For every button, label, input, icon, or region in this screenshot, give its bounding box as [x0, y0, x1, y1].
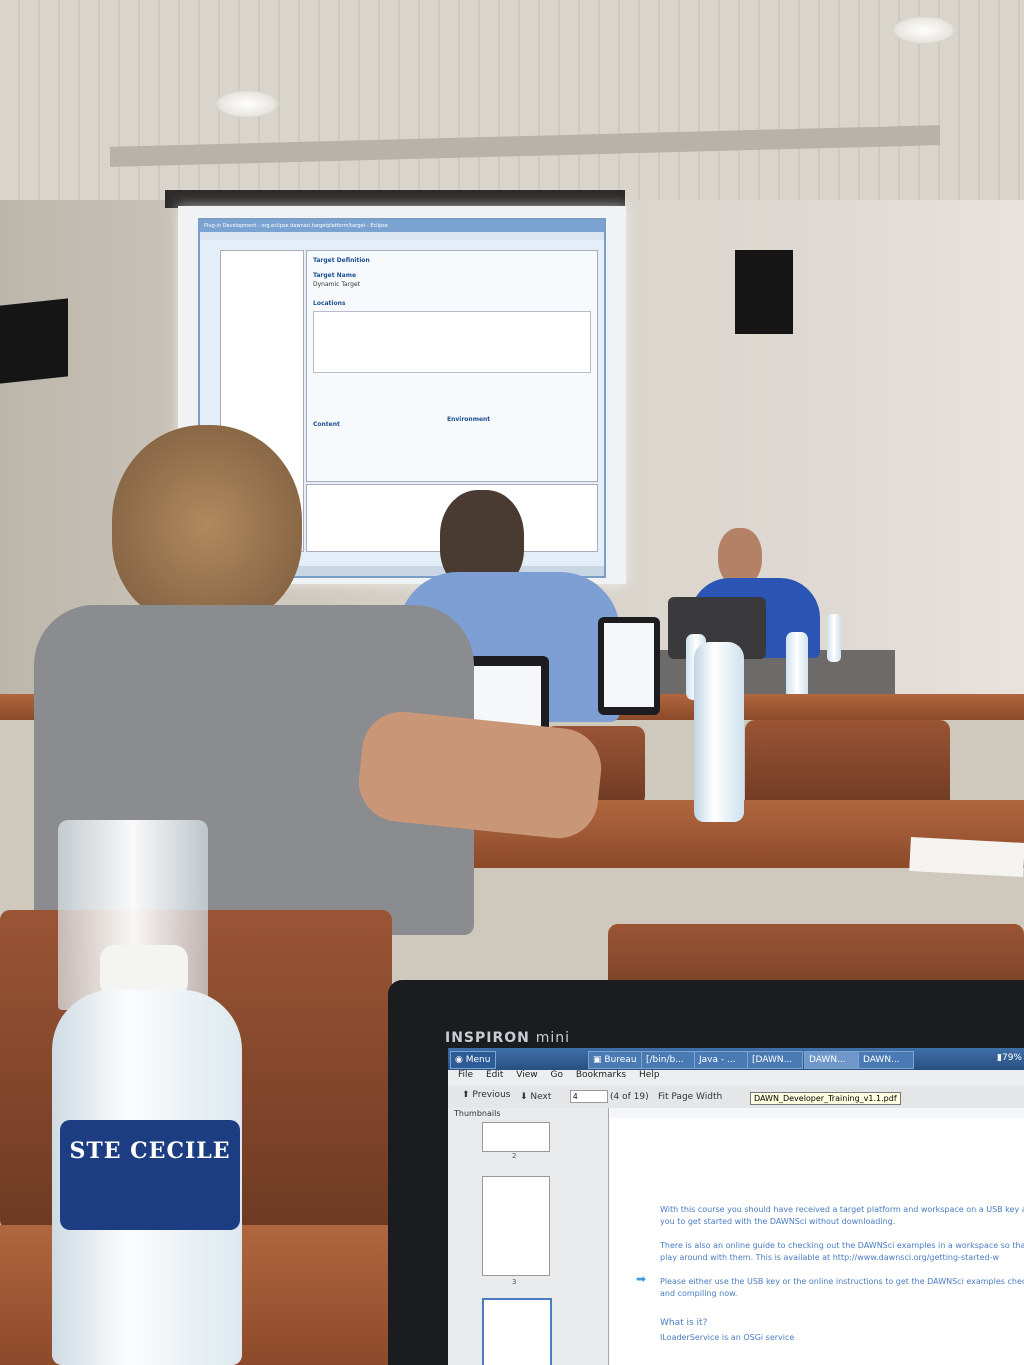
thumbnails-label: Thumbnails — [454, 1109, 501, 1118]
foreground-water-bottle: STE CECILE — [50, 820, 250, 1365]
menu-icon: ◉ — [455, 1055, 463, 1065]
menu-file[interactable]: File — [458, 1070, 473, 1080]
taskbar-item-java[interactable]: Java - ... — [694, 1051, 750, 1069]
toolbar: ⬆ Previous ⬇ Next (4 of 19) Fit Page Wid… — [448, 1086, 1024, 1108]
task-label: DAWN... — [809, 1055, 846, 1065]
taskbar-item-dawn-3[interactable]: DAWN... — [858, 1051, 914, 1069]
menu-bookmarks[interactable]: Bookmarks — [576, 1070, 626, 1080]
doc-line: With this course you should have receive… — [660, 1205, 1024, 1214]
projected-target-name-label: Target Name — [313, 272, 357, 279]
projected-menu-bar — [200, 232, 604, 240]
thumbnails-panel: Thumbnails 2 3 — [448, 1108, 609, 1365]
desk-papers — [909, 837, 1024, 877]
task-label: Java - ... — [699, 1055, 736, 1065]
projected-editor: Target Definition Target Name Dynamic Ta… — [306, 250, 598, 482]
menu-help[interactable]: Help — [639, 1070, 660, 1080]
bottle-brand: STE CECILE — [69, 1138, 231, 1164]
chair — [745, 720, 950, 810]
menu-bar: File Edit View Go Bookmarks Help — [448, 1070, 1024, 1086]
participant-laptop-screen — [604, 623, 654, 707]
taskbar-item-dawn-2[interactable]: DAWN... — [804, 1051, 860, 1069]
front-participant-head — [112, 425, 302, 625]
zoom-select[interactable]: Fit Page Width — [658, 1092, 722, 1102]
doc-line: play around with them. This is available… — [660, 1253, 1000, 1262]
thumbnail-page-number: 3 — [512, 1278, 517, 1286]
menu-edit[interactable]: Edit — [486, 1070, 503, 1080]
task-label: Bureau — [604, 1055, 637, 1065]
front-laptop-screen: ◉ Menu ▣ Bureau [/bin/b... Java - ... [D… — [448, 1048, 1024, 1365]
doc-line: There is also an online guide to checkin… — [660, 1241, 1024, 1250]
doc-line: and compiling now. — [660, 1289, 738, 1298]
task-label: [/bin/b... — [646, 1055, 684, 1065]
participant-laptop — [598, 617, 660, 715]
start-menu-button[interactable]: ◉ Menu — [450, 1051, 496, 1069]
taskbar-item-dawn-1[interactable]: [DAWN... — [747, 1051, 803, 1069]
thumbnail-page-number: 2 — [512, 1152, 517, 1160]
ceiling-light — [215, 90, 279, 118]
ceiling-light — [892, 16, 956, 44]
folder-icon: ▣ — [593, 1055, 602, 1065]
battery-percent: 79% — [1001, 1053, 1022, 1063]
pdf-document-page: With this course you should have receive… — [610, 1118, 1024, 1365]
previous-button[interactable]: ⬆ Previous — [462, 1090, 510, 1100]
laptop-brand: INSPIRON mini — [445, 1030, 570, 1046]
doc-line: Please either use the USB key or the onl… — [660, 1277, 1024, 1286]
projected-locations-list — [313, 311, 591, 373]
wall-speaker — [735, 250, 793, 334]
doc-line: ILoaderService is an OSGi service — [660, 1333, 795, 1342]
projected-locations-label: Locations — [313, 300, 346, 307]
bottle-label: STE CECILE — [60, 1120, 240, 1230]
projected-title-bar: Plug-in Development - org.eclipse.dawnsc… — [200, 220, 604, 232]
projected-environment-label: Environment — [447, 416, 491, 423]
arrow-up-icon: ⬆ — [462, 1090, 470, 1100]
arrow-down-icon: ⬇ — [520, 1092, 528, 1102]
menu-label: Menu — [465, 1055, 491, 1065]
arrow-right-icon: ➡ — [636, 1272, 647, 1286]
wall-speaker — [0, 298, 68, 384]
water-bottle — [827, 614, 841, 662]
menu-go[interactable]: Go — [550, 1070, 562, 1080]
task-label: DAWN... — [863, 1055, 900, 1065]
laptop-model-name: mini — [535, 1030, 571, 1046]
projected-section-title: Target Definition — [313, 257, 370, 264]
thumbnail-page[interactable] — [482, 1122, 550, 1152]
page-count: (4 of 19) — [610, 1092, 649, 1102]
doc-heading: What is it? — [660, 1318, 708, 1328]
water-bottle — [694, 642, 744, 822]
next-label: Next — [530, 1092, 552, 1102]
taskbar: ◉ Menu ▣ Bureau [/bin/b... Java - ... [D… — [448, 1048, 1024, 1070]
thumbnail-page-selected[interactable] — [482, 1298, 552, 1365]
doc-line: you to get started with the DAWNSci with… — [660, 1217, 896, 1226]
projected-content-label: Content — [313, 421, 340, 428]
taskbar-item-bureau[interactable]: ▣ Bureau — [588, 1051, 643, 1069]
previous-label: Previous — [472, 1090, 511, 1100]
menu-view[interactable]: View — [516, 1070, 537, 1080]
thumbnail-page[interactable] — [482, 1176, 550, 1276]
taskbar-item-terminal[interactable]: [/bin/b... — [641, 1051, 697, 1069]
battery-indicator[interactable]: ▮79% — [997, 1053, 1022, 1063]
task-label: [DAWN... — [752, 1055, 793, 1065]
projected-target-name-value: Dynamic Target — [313, 281, 360, 288]
laptop-brand-name: INSPIRON — [445, 1030, 530, 1046]
next-button[interactable]: ⬇ Next — [520, 1092, 551, 1102]
tooltip: DAWN_Developer_Training_v1.1.pdf — [750, 1092, 901, 1105]
page-number-input[interactable] — [570, 1090, 608, 1103]
